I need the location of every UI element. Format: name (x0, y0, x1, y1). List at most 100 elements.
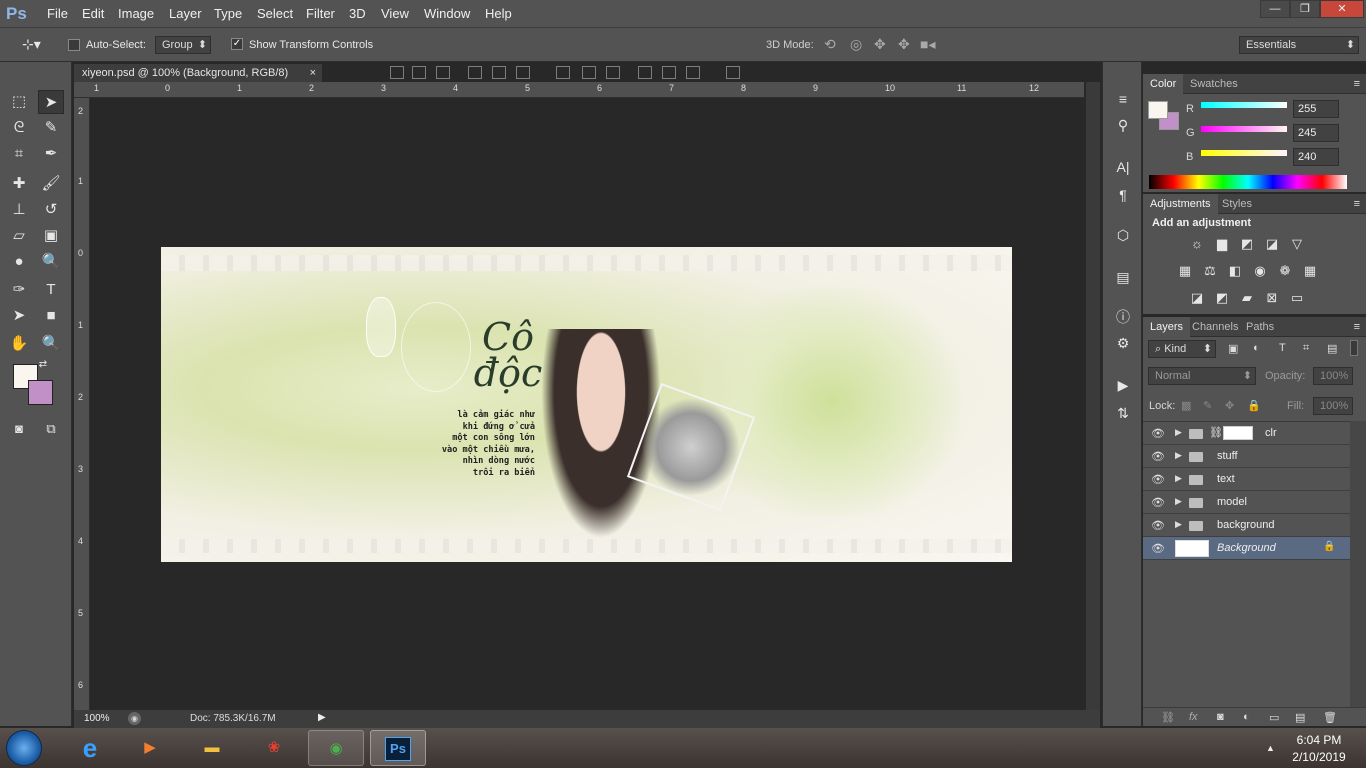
notes-icon[interactable]: ▤ (1114, 268, 1132, 286)
visibility-eye-icon[interactable]: 👁 (1151, 496, 1165, 509)
menu-view[interactable]: View (381, 6, 409, 21)
expand-arrow-icon[interactable]: ▶ (1175, 473, 1182, 484)
opacity-field[interactable]: 100% (1313, 367, 1353, 385)
tab-paths[interactable]: Paths (1239, 317, 1281, 337)
3d-scale-icon[interactable]: ■◂ (920, 36, 935, 53)
expand-arrow-icon[interactable]: ▶ (1175, 427, 1182, 438)
menu-select[interactable]: Select (257, 6, 293, 21)
swap-colors-icon[interactable]: ⇄ (36, 358, 50, 372)
3d-panel-icon[interactable]: ⬡ (1114, 226, 1132, 244)
info-icon[interactable]: ⓘ (1114, 308, 1132, 326)
close-tab-icon[interactable]: × (310, 64, 316, 82)
move-tool-icon[interactable]: ⊹▾ (22, 36, 41, 53)
rectangle-tool-icon[interactable]: ■ (38, 304, 64, 328)
eraser-tool-icon[interactable]: ▱ (6, 224, 32, 248)
brightness-contrast-icon[interactable]: ☼ (1189, 236, 1205, 252)
menu-layer[interactable]: Layer (169, 6, 202, 21)
3d-roll-icon[interactable]: ◎ (850, 36, 862, 53)
new-group-icon[interactable]: ▭ (1269, 711, 1279, 724)
quick-select-tool-icon[interactable]: ✎ (38, 116, 64, 140)
lock-transparent-icon[interactable]: ▩ (1181, 399, 1191, 412)
dodge-tool-icon[interactable]: 🔍 (38, 250, 64, 274)
visibility-eye-icon[interactable]: 👁 (1151, 473, 1165, 486)
expand-arrow-icon[interactable]: ▶ (1175, 450, 1182, 461)
workspace-dropdown[interactable]: Essentials ⬍ (1239, 36, 1359, 54)
brush-tool-icon[interactable]: 🖌 (38, 172, 64, 196)
expand-arrow-icon[interactable]: ▶ (1175, 496, 1182, 507)
slider-g[interactable] (1201, 126, 1287, 132)
posterize-icon[interactable]: ◩ (1214, 290, 1230, 306)
filter-smart-object-icon[interactable]: ▤ (1327, 342, 1337, 355)
distribute-left-icon[interactable] (638, 66, 652, 79)
document-canvas[interactable]: Cô độc là cảm giác như khi đứng ở cửa mộ… (161, 247, 1012, 562)
lock-all-icon[interactable]: 🔒 (1247, 399, 1261, 412)
filter-adjustment-icon[interactable]: ◐ (1253, 342, 1260, 354)
status-menu-arrow-icon[interactable]: ▶ (318, 712, 326, 723)
3d-slide-icon[interactable]: ✥ (898, 36, 910, 53)
menu-image[interactable]: Image (118, 6, 154, 21)
align-top-icon[interactable] (390, 66, 404, 79)
selective-color-icon[interactable]: ⊠ (1264, 290, 1280, 306)
layer-row-model[interactable]: 👁 ▶ model (1143, 491, 1350, 514)
exposure-icon[interactable]: ◪ (1264, 236, 1280, 252)
slider-r[interactable] (1201, 102, 1287, 108)
move-tool-icon[interactable]: ➤ (38, 90, 64, 114)
chrome-icon[interactable]: ◉ (308, 730, 364, 766)
tab-channels[interactable]: Channels (1185, 317, 1245, 337)
value-r[interactable]: 255 (1293, 100, 1339, 118)
internet-explorer-icon[interactable]: e (62, 730, 118, 766)
menu-filter[interactable]: Filter (306, 6, 335, 21)
3d-rotate-icon[interactable]: ⟲ (824, 36, 836, 53)
menu-3d[interactable]: 3D (349, 6, 366, 21)
tab-adjustments[interactable]: Adjustments (1143, 194, 1218, 214)
visibility-eye-icon[interactable]: 👁 (1151, 450, 1165, 463)
layer-row-clr[interactable]: 👁 ▶ ⛓ clr (1143, 422, 1350, 445)
menu-type[interactable]: Type (214, 6, 242, 21)
blend-mode-dropdown[interactable]: Normal ⬍ (1148, 367, 1256, 385)
auto-select-dropdown[interactable]: Group ⬍ (155, 36, 211, 54)
type-tool-icon[interactable]: T (38, 278, 64, 302)
app-icon[interactable]: ❀ (246, 730, 302, 766)
link-layers-icon[interactable]: ⛓ (1161, 711, 1175, 724)
color-balance-icon[interactable]: ⚖ (1202, 263, 1218, 279)
file-explorer-icon[interactable]: ▬ (184, 730, 240, 766)
value-g[interactable]: 245 (1293, 124, 1339, 142)
paragraph-icon[interactable]: ¶ (1114, 186, 1132, 204)
auto-select-checkbox[interactable] (68, 39, 80, 51)
layer-style-icon[interactable]: fx (1189, 711, 1198, 723)
distribute-hcenter-icon[interactable] (662, 66, 676, 79)
visibility-eye-icon[interactable]: 👁 (1151, 427, 1165, 440)
gradient-map-icon[interactable]: ▭ (1289, 290, 1305, 306)
align-hcenter-icon[interactable] (492, 66, 506, 79)
hand-tool-icon[interactable]: ✋ (6, 332, 32, 356)
distribute-vcenter-icon[interactable] (582, 66, 596, 79)
layer-row-stuff[interactable]: 👁 ▶ stuff (1143, 445, 1350, 468)
blur-tool-icon[interactable]: ● (6, 250, 32, 274)
align-bottom-icon[interactable] (436, 66, 450, 79)
new-adjustment-icon[interactable]: ◐ (1243, 711, 1250, 723)
fill-field[interactable]: 100% (1313, 397, 1353, 415)
value-b[interactable]: 240 (1293, 148, 1339, 166)
distribute-bottom-icon[interactable] (606, 66, 620, 79)
restore-button[interactable]: ❐ (1290, 0, 1320, 18)
panel-menu-icon[interactable]: ≡ (1354, 78, 1360, 90)
eyedropper-tool-icon[interactable]: ✒ (38, 142, 64, 166)
path-select-icon[interactable]: ➤ (6, 304, 32, 328)
channel-mixer-icon[interactable]: ❁ (1277, 263, 1293, 279)
clone-stamp-icon[interactable]: ⊥ (6, 198, 32, 222)
screen-mode-icon[interactable]: ⧉ (38, 417, 64, 441)
align-vcenter-icon[interactable] (412, 66, 426, 79)
filter-shape-icon[interactable]: ⌗ (1303, 342, 1309, 355)
curves-icon[interactable]: ◩ (1239, 236, 1255, 252)
menu-edit[interactable]: Edit (82, 6, 104, 21)
invert-icon[interactable]: ◪ (1189, 290, 1205, 306)
filter-pixel-icon[interactable]: ▣ (1228, 342, 1238, 355)
auto-align-icon[interactable] (726, 66, 740, 79)
visibility-eye-icon[interactable]: 👁 (1151, 519, 1165, 532)
black-white-icon[interactable]: ◧ (1227, 263, 1243, 279)
zoom-tool-icon[interactable]: 🔍 (38, 332, 64, 356)
slider-b[interactable] (1201, 150, 1287, 156)
panel-menu-icon[interactable]: ≡ (1354, 321, 1360, 333)
clock-time[interactable]: 6:04 PM (1284, 733, 1354, 747)
tab-swatches[interactable]: Swatches (1183, 74, 1245, 94)
